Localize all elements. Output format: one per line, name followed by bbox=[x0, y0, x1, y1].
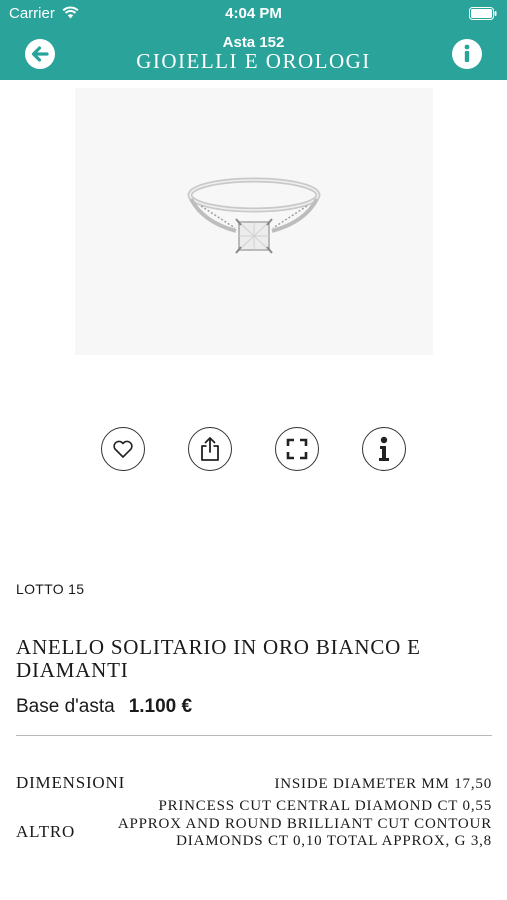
ring-image bbox=[187, 177, 321, 254]
battery-icon bbox=[469, 7, 497, 20]
base-price-row: Base d'asta 1.100 € bbox=[16, 696, 192, 718]
details-button[interactable] bbox=[362, 427, 406, 471]
heart-icon bbox=[113, 440, 133, 458]
share-button[interactable] bbox=[188, 427, 232, 471]
lot-number: LOTTO 15 bbox=[16, 581, 85, 597]
favorite-button[interactable] bbox=[101, 427, 145, 471]
status-time: 4:04 PM bbox=[225, 5, 282, 22]
page-title: GIOIELLI E OROLOGI bbox=[136, 49, 371, 73]
base-price-label: Base d'asta bbox=[16, 696, 115, 717]
info-icon bbox=[452, 39, 482, 69]
lot-title: ANELLO SOLITARIO IN ORO BIANCO E DIAMANT… bbox=[16, 635, 421, 682]
divider bbox=[16, 735, 492, 736]
base-price-value: 1.100 € bbox=[128, 696, 193, 717]
info-icon bbox=[379, 436, 389, 461]
navigation-bar: Asta 152 GIOIELLI E OROLOGI bbox=[0, 28, 507, 80]
share-icon bbox=[201, 437, 219, 461]
fullscreen-icon bbox=[286, 438, 308, 460]
info-button[interactable] bbox=[451, 38, 483, 70]
status-bar: Carrier 4:04 PM bbox=[0, 0, 507, 28]
spec-value-dimensions: INSIDE DIAMETER MM 17,50 bbox=[274, 776, 492, 792]
spec-label-other: ALTRO bbox=[16, 822, 76, 841]
product-image[interactable] bbox=[75, 88, 433, 355]
spec-value-other: PRINCESS CUT CENTRAL DIAMOND CT 0,55 APP… bbox=[117, 798, 492, 849]
fullscreen-button[interactable] bbox=[275, 427, 319, 471]
